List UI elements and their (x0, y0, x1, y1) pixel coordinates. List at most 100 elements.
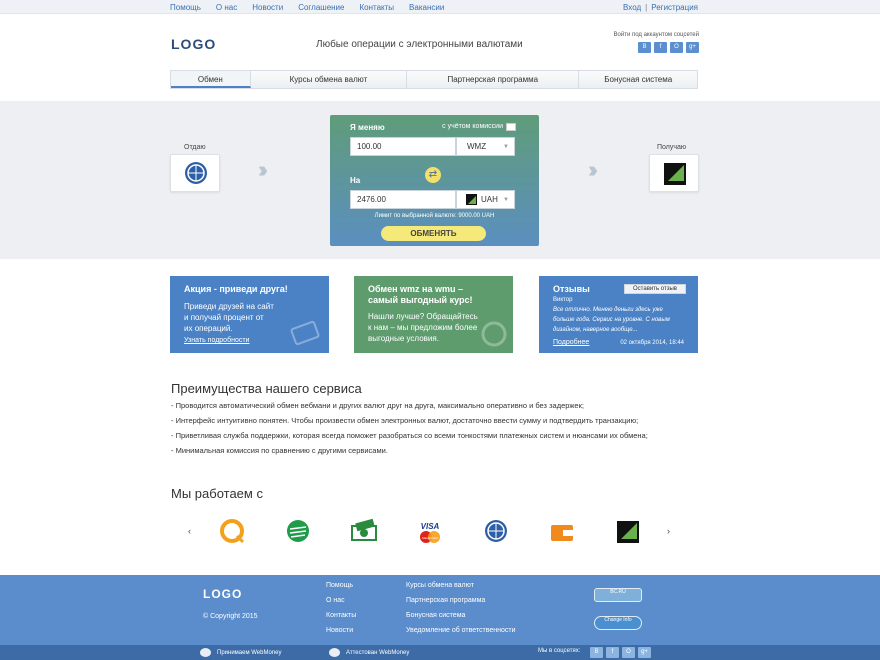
tab-rates[interactable]: Курсы обмена валют (251, 71, 408, 88)
attested-webmoney-label: Аттестован WebMoney (346, 650, 410, 657)
nav-help[interactable]: Помощь (170, 3, 201, 12)
webmoney-icon (185, 162, 207, 184)
exchange-submit-button[interactable]: ОБМЕНЯТЬ (381, 226, 486, 241)
review-author: Виктор (553, 297, 573, 303)
leave-review-button[interactable]: Оставить отзыв (624, 284, 686, 294)
tab-exchange[interactable]: Обмен (171, 71, 251, 88)
odnoklassniki-icon[interactable]: О (622, 647, 635, 658)
advantage-item: - Проводится автоматический обмен вебман… (171, 401, 584, 410)
carousel-next-icon[interactable]: › (667, 526, 670, 536)
footer-link-bonus[interactable]: Бонусная система (406, 612, 516, 627)
footer-link-contacts[interactable]: Контакты (326, 612, 356, 627)
webmoney-icon (485, 520, 507, 542)
nav-contacts[interactable]: Контакты (359, 3, 394, 12)
footer-link-partner[interactable]: Партнерская программа (406, 597, 516, 612)
give-amount-input[interactable]: 100.00 (350, 137, 456, 156)
facebook-icon[interactable]: f (654, 42, 667, 53)
give-currency-select[interactable]: WMZ ▼ (456, 137, 515, 156)
visa-mastercard-icon: VISA MasterCard (420, 522, 440, 543)
footer-social-buttons: В f О g+ (590, 647, 651, 658)
bc-badge[interactable]: BC.RU (594, 588, 642, 602)
vk-icon[interactable]: В (638, 42, 651, 53)
give-arrows-icon: ››› (258, 157, 268, 182)
top-nav: Помощь О нас Новости Соглашение Контакты… (170, 3, 459, 12)
advantage-item: - Приветливая служба поддержки, которая … (171, 431, 648, 440)
referral-text-line: их операций. (184, 324, 233, 333)
review-text: Все отлично. Менею деньги здесь уже боль… (553, 307, 670, 333)
auth-separator: | (645, 3, 648, 12)
advantages-heading: Преимущества нашего сервиса (171, 381, 362, 396)
footer-link-rates[interactable]: Курсы обмена валют (406, 582, 516, 597)
footer-social-label: Мы в соцсетях: (538, 648, 581, 654)
partners-carousel: ‹ VISA MasterCard › (185, 512, 685, 552)
main-tabs: Обмен Курсы обмена валют Партнерская про… (170, 70, 698, 89)
footer-link-help[interactable]: Помощь (326, 582, 356, 597)
login-link[interactable]: Вход (623, 3, 641, 12)
visa-text: VISA (421, 522, 440, 531)
chevron-down-icon: ▼ (503, 144, 509, 150)
attested-webmoney[interactable]: Аттестован WebMoney (329, 648, 409, 657)
footer-col-2: Курсы обмена валют Партнерская программа… (406, 582, 516, 642)
referral-text-line: Приведи друзей на сайт (184, 302, 274, 311)
footer-logo[interactable]: LOGO (203, 587, 242, 601)
social-login-buttons: В f О g+ (638, 42, 699, 53)
review-more-link[interactable]: Подробнее (553, 339, 589, 346)
carousel-prev-icon[interactable]: ‹ (188, 526, 191, 536)
give-side-label: Отдаю (184, 144, 206, 151)
partners-heading: Мы работаем с (171, 486, 263, 501)
wmz-title-line: самый выгодный курс! (368, 295, 473, 305)
referral-title: Акция - приведи друга! (184, 284, 288, 294)
receive-currency-select[interactable]: UAH ▼ (456, 190, 515, 209)
give-currency-box[interactable] (170, 154, 220, 192)
nav-about[interactable]: О нас (216, 3, 237, 12)
commission-checkbox[interactable] (506, 123, 516, 131)
receive-arrows-icon: ››› (588, 157, 598, 182)
referral-text-line: и получай процент от (184, 313, 264, 322)
cash-icon (351, 518, 377, 541)
tab-partner[interactable]: Партнерская программа (407, 71, 580, 88)
advantage-item: - Интерфейс интуитивно понятен. Чтобы пр… (171, 416, 639, 425)
promo-card-referral: Акция - приведи друга! Приведи друзей на… (170, 276, 329, 353)
wmz-title-line: Обмен wmz на wmu – (368, 284, 463, 294)
google-plus-icon[interactable]: g+ (638, 647, 651, 658)
vk-icon[interactable]: В (590, 647, 603, 658)
reviews-title: Отзывы (553, 284, 590, 294)
site-tagline: Любые операции с электронными валютами (316, 39, 523, 50)
referral-details-link[interactable]: Узнать подробности (184, 337, 249, 344)
accept-webmoney-label: Принимаем WebMoney (217, 650, 282, 657)
swap-icon[interactable]: ⇄ (425, 167, 441, 183)
nav-agreement[interactable]: Соглашение (298, 3, 344, 12)
site-logo[interactable]: LOGO (171, 36, 216, 52)
wmz-text-line: выгодные условия. (368, 334, 439, 343)
promo-card-wmz-wmu: Обмен wmz на wmu – самый выгодный курс! … (354, 276, 513, 353)
nav-news[interactable]: Новости (252, 3, 283, 12)
footer-col-1: Помощь О нас Контакты Новости (326, 582, 356, 642)
chevron-down-icon: ▼ (503, 197, 509, 203)
footer-link-about[interactable]: О нас (326, 597, 356, 612)
change-info-badge[interactable]: Change Info (594, 616, 642, 630)
footer-link-liability[interactable]: Уведомление об ответственности (406, 627, 516, 642)
nav-vacancies[interactable]: Вакансии (409, 3, 444, 12)
review-date: 02 октября 2014, 18:44 (620, 340, 684, 346)
mastercard-text: MasterCard (422, 536, 438, 540)
footer-link-news[interactable]: Новости (326, 627, 356, 642)
odnoklassniki-icon[interactable]: О (670, 42, 683, 53)
privatbank-icon (617, 521, 639, 543)
sberbank-icon (287, 520, 309, 542)
tab-bonus[interactable]: Бонусная система (579, 71, 697, 88)
exchange-panel: Я меняю с учётом комиссии 100.00 WMZ ▼ ⇄… (330, 115, 539, 246)
handshake-icon (290, 320, 320, 346)
webmoney-icon (200, 648, 211, 657)
google-plus-icon[interactable]: g+ (686, 42, 699, 53)
privatbank-icon (664, 163, 686, 185)
facebook-icon[interactable]: f (606, 647, 619, 658)
auth-links: Вход | Регистрация (623, 3, 698, 12)
commission-label: с учётом комиссии (442, 123, 503, 130)
accept-webmoney[interactable]: Принимаем WebMoney (200, 648, 282, 657)
qiwi-icon (220, 519, 245, 544)
wallet-icon (551, 525, 573, 541)
register-link[interactable]: Регистрация (651, 3, 698, 12)
receive-amount-input[interactable]: 2476.00 (350, 190, 456, 209)
receive-currency-box[interactable] (649, 154, 699, 192)
wmz-text-line: к нам – мы предложим более (368, 323, 478, 332)
